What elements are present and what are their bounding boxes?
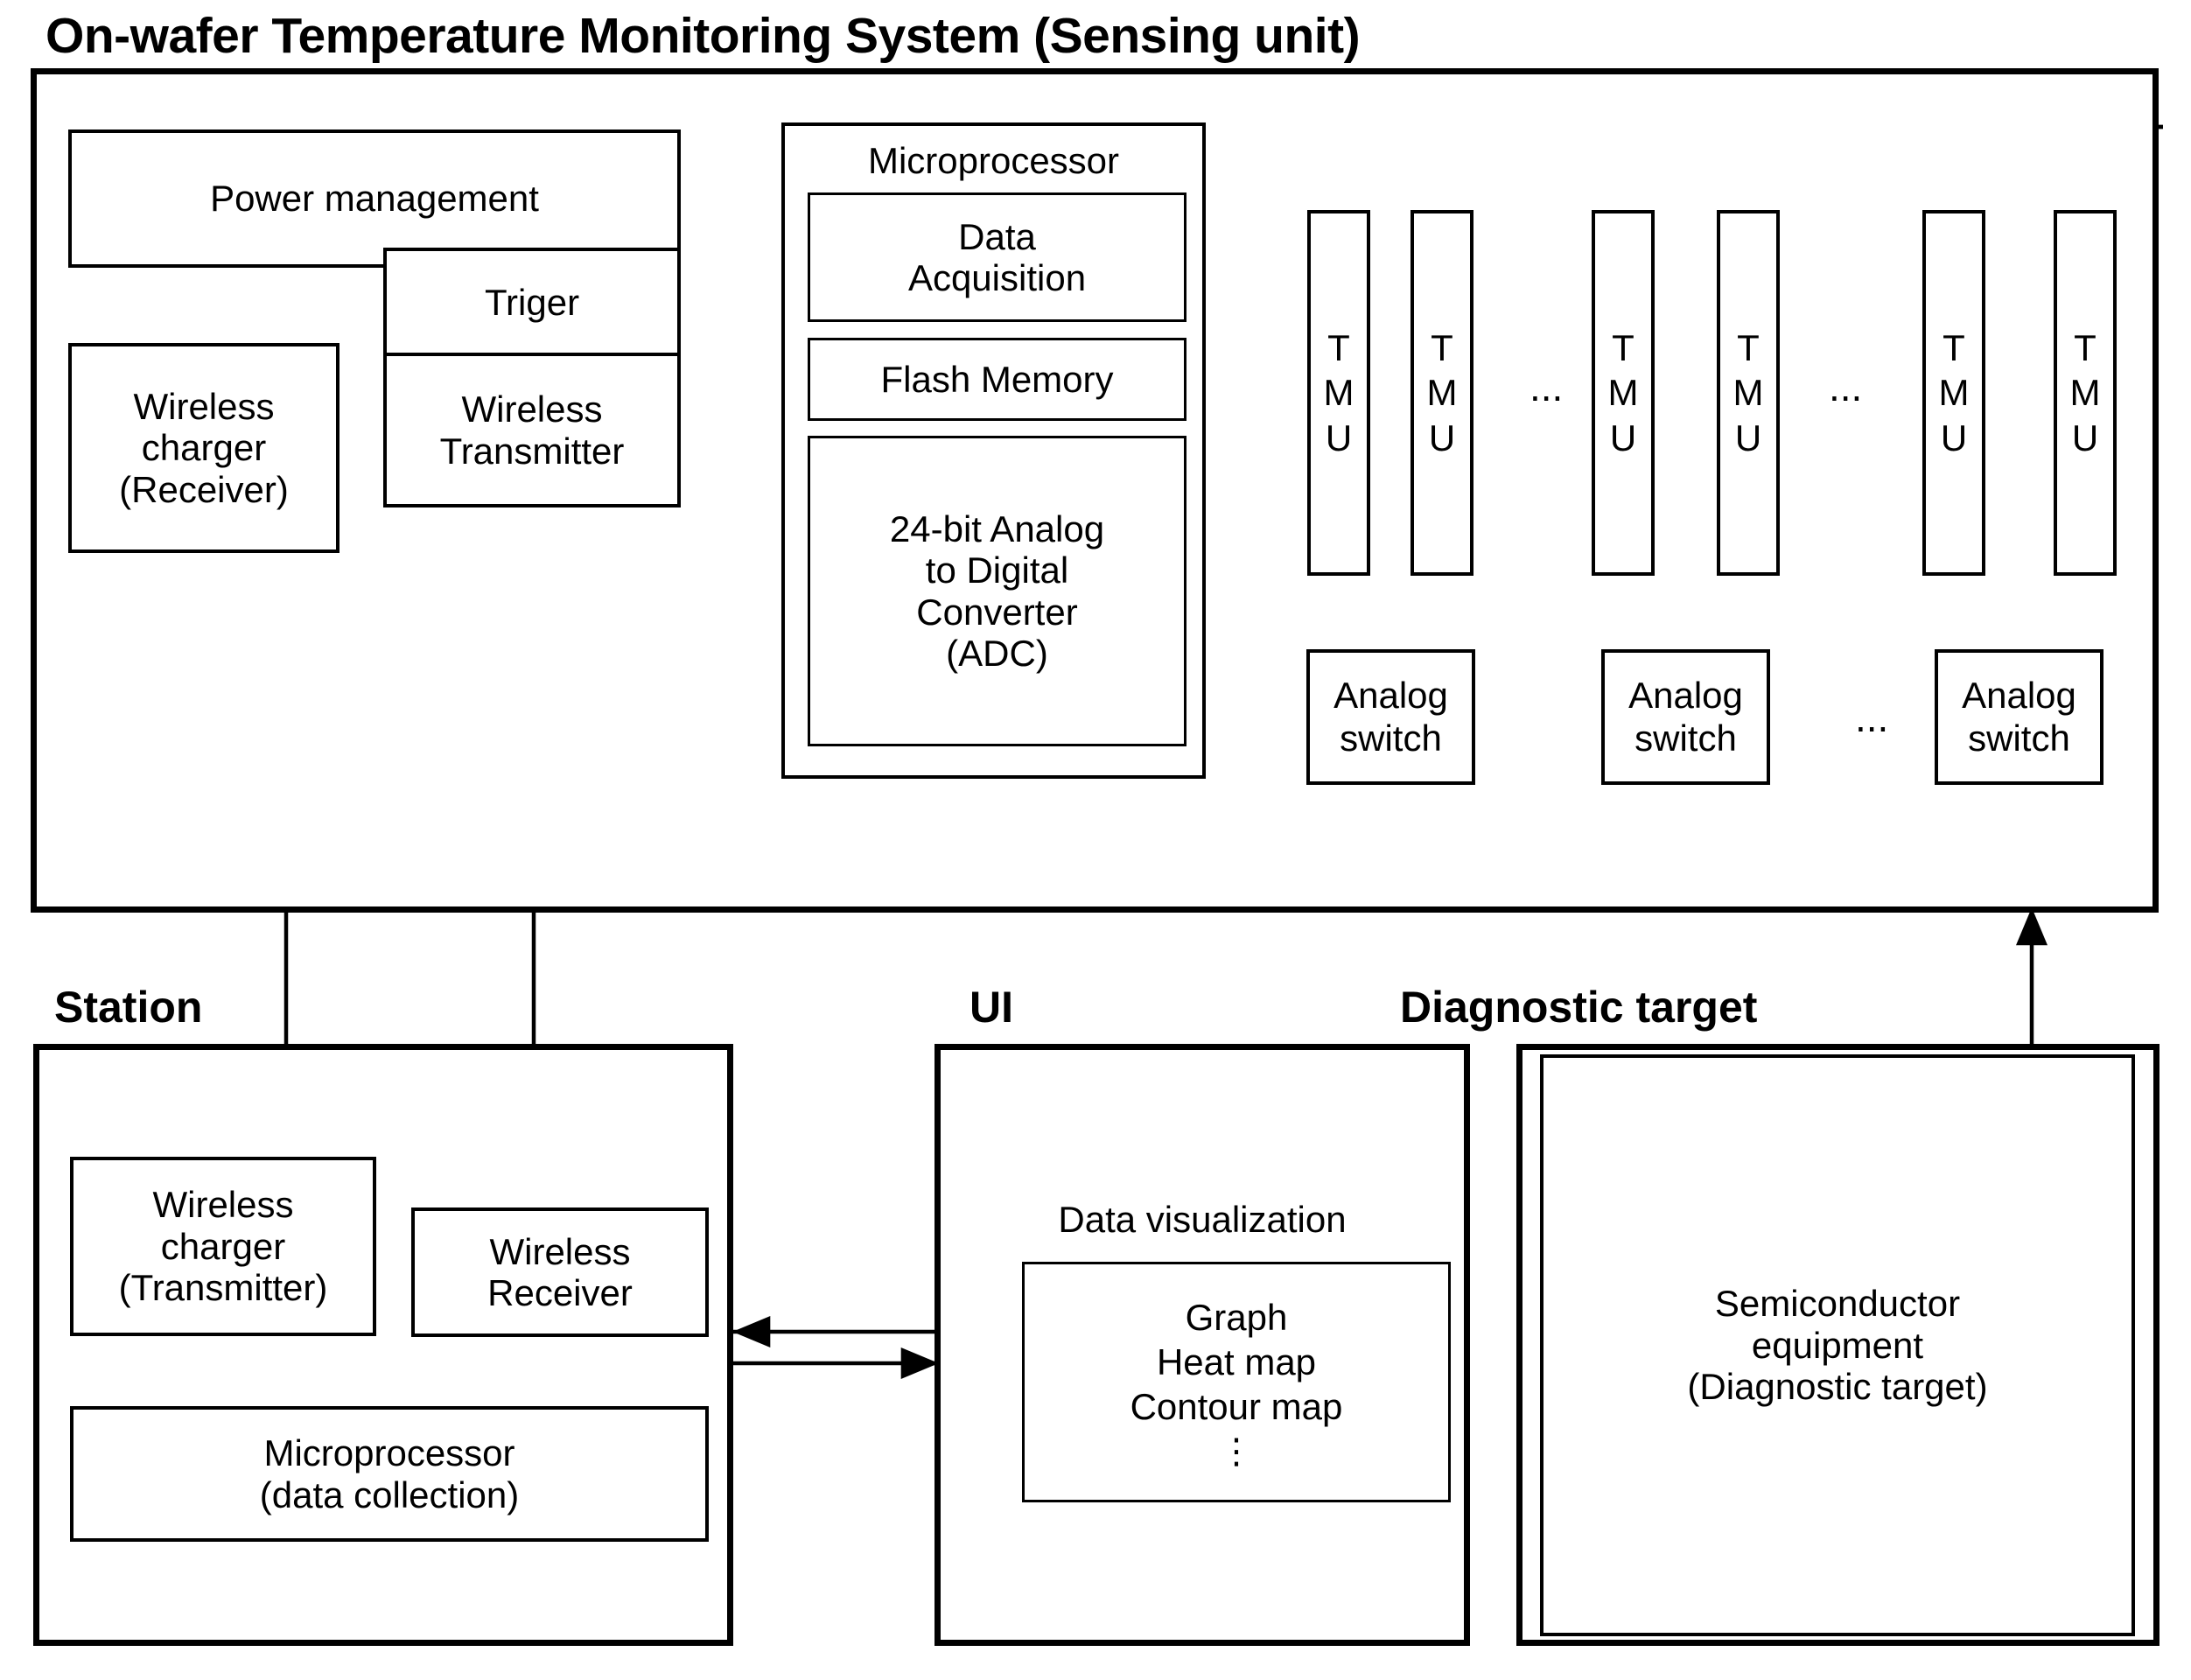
tmu-1-letter-1: T	[1327, 327, 1350, 369]
block-wireless-charger-receiver[interactable]: Wireless charger (Receiver)	[68, 343, 340, 553]
tmu-3-letter-1: T	[1612, 327, 1634, 369]
tmu-1-letter-3: U	[1325, 416, 1353, 458]
section-label-diagnostic-target: Diagnostic target	[1400, 983, 1758, 1032]
block-tmu-2[interactable]: TMU	[1410, 210, 1474, 576]
vertical-ellipsis-icon: ⋮	[1219, 1432, 1254, 1472]
block-tmu-6[interactable]: TMU	[2054, 210, 2117, 576]
block-flash-memory[interactable]: Flash Memory	[808, 338, 1186, 421]
analog-switch-ellipsis: ...	[1855, 695, 1889, 740]
microprocessor-title: Microprocessor	[867, 140, 1120, 181]
page-title: On-wafer Temperature Monitoring System (…	[46, 8, 1361, 64]
block-wireless-receiver[interactable]: Wireless Receiver	[411, 1208, 709, 1337]
block-tmu-5[interactable]: TMU	[1922, 210, 1985, 576]
tmu-5-letter-2: M	[1938, 372, 1970, 414]
tmu-6-letter-3: U	[2071, 416, 2099, 458]
label-data-visualization: Data visualization	[1058, 1199, 1347, 1240]
visualization-type-graph: Graph	[1185, 1296, 1288, 1338]
block-analog-switch-2[interactable]: Analog switch	[1601, 649, 1770, 785]
block-wireless-transmitter[interactable]: Wireless Transmitter	[383, 353, 681, 508]
block-visualization-types[interactable]: Graph Heat map Contour map ⋮	[1022, 1262, 1451, 1502]
tmu-5-letter-1: T	[1942, 327, 1965, 369]
tmu-6-letter-2: M	[2069, 372, 2101, 414]
block-tmu-4[interactable]: TMU	[1717, 210, 1780, 576]
block-microprocessor-data-collection[interactable]: Microprocessor (data collection)	[70, 1406, 709, 1542]
tmu-5-letter-3: U	[1940, 416, 1968, 458]
tmu-4-letter-1: T	[1737, 327, 1760, 369]
block-semiconductor-equipment[interactable]: Semiconductor equipment (Diagnostic target…	[1540, 1054, 2135, 1636]
visualization-type-heat-map: Heat map	[1156, 1340, 1317, 1382]
tmu-ellipsis-1: ...	[1530, 364, 1564, 410]
block-triger[interactable]: Triger	[383, 248, 681, 357]
tmu-2-letter-3: U	[1428, 416, 1456, 458]
tmu-ellipsis-2: ...	[1829, 364, 1863, 410]
block-wireless-charger-transmitter[interactable]: Wireless charger (Transmitter)	[70, 1157, 376, 1336]
tmu-2-letter-2: M	[1426, 372, 1458, 414]
block-microprocessor[interactable]: Microprocessor Data Acquisition Flash Mem…	[781, 122, 1206, 779]
section-label-station: Station	[54, 983, 203, 1032]
tmu-3-letter-2: M	[1607, 372, 1639, 414]
tmu-4-letter-3: U	[1734, 416, 1762, 458]
section-label-ui: UI	[970, 983, 1013, 1032]
tmu-3-letter-3: U	[1609, 416, 1637, 458]
block-tmu-1[interactable]: TMU	[1307, 210, 1370, 576]
block-analog-switch-3[interactable]: Analog switch	[1935, 649, 2104, 785]
block-data-acquisition[interactable]: Data Acquisition	[808, 192, 1186, 322]
tmu-4-letter-2: M	[1732, 372, 1764, 414]
tmu-2-letter-1: T	[1431, 327, 1453, 369]
block-tmu-3[interactable]: TMU	[1592, 210, 1655, 576]
block-analog-switch-1[interactable]: Analog switch	[1306, 649, 1475, 785]
block-adc[interactable]: 24-bit Analog to Digital Converter (ADC)	[808, 436, 1186, 746]
tmu-1-letter-2: M	[1323, 372, 1354, 414]
diagram-canvas: On-wafer Temperature Monitoring System (…	[0, 0, 2191, 1680]
tmu-6-letter-1: T	[2074, 327, 2096, 369]
visualization-type-contour-map: Contour map	[1130, 1386, 1343, 1428]
panel-station	[33, 1044, 733, 1646]
